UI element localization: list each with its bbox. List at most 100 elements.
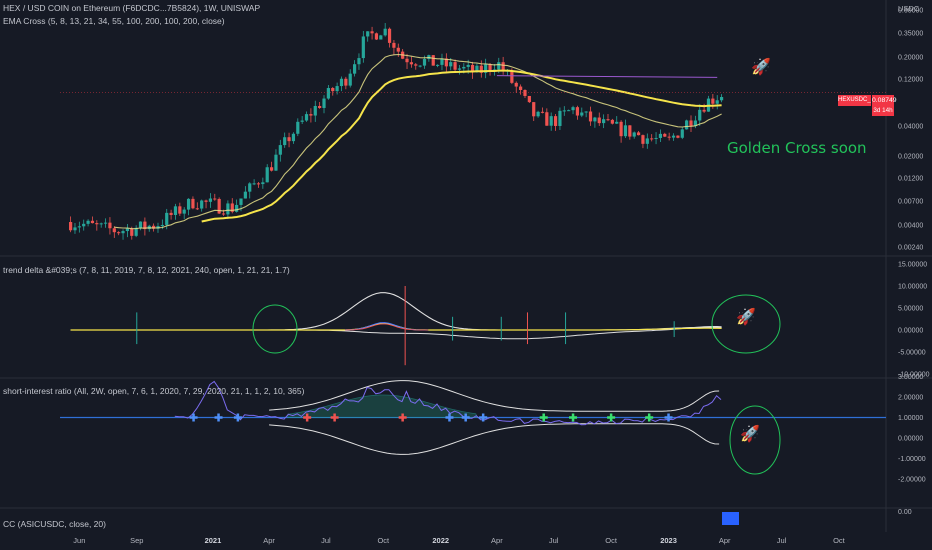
rocket-icon: 🚀: [740, 426, 760, 443]
candle-body: [221, 213, 226, 215]
candle-body: [278, 145, 282, 155]
candle-body: [527, 95, 531, 103]
currency-label: USDC: [898, 4, 920, 13]
candle-body: [623, 125, 628, 137]
candle-body: [536, 111, 540, 117]
candle-body: [449, 62, 453, 67]
ema-indicator-label[interactable]: EMA Cross (5, 8, 13, 21, 34, 55, 100, 20…: [3, 16, 225, 26]
band-lower-line: [269, 423, 720, 455]
candle-body: [335, 86, 339, 92]
candle-body: [195, 208, 199, 210]
y-tick-label: 0.00400: [898, 223, 923, 230]
y-tick-label: 1.00000: [898, 415, 923, 422]
candle-body: [352, 64, 357, 74]
candle-body: [256, 183, 261, 185]
candle-body: [204, 200, 208, 202]
y-tick-label: 15.00000: [898, 262, 927, 269]
candle-body: [650, 138, 654, 140]
candle-body: [532, 102, 536, 117]
candle-body: [628, 125, 632, 137]
candle-body: [597, 117, 601, 124]
candle-body: [95, 223, 99, 225]
candle-body: [571, 107, 575, 111]
candle-body: [226, 203, 230, 215]
candle-body: [676, 135, 680, 138]
candle-body: [615, 121, 619, 124]
candle-body: [99, 223, 103, 225]
candle-body: [125, 228, 130, 232]
candle-body: [715, 100, 719, 104]
candle-body: [409, 62, 413, 65]
y-tick-label: 0.02000: [898, 153, 923, 160]
candle-body: [663, 133, 667, 137]
y-tick-label: -2.00000: [898, 477, 926, 484]
candle-body: [632, 132, 636, 137]
signal-marker: [189, 413, 198, 422]
candle-body: [671, 135, 676, 138]
candle-body: [466, 64, 470, 67]
x-tick-label: Oct: [833, 536, 846, 545]
candlestick-series: [69, 23, 724, 240]
candle-body: [405, 58, 409, 63]
x-tick-label: Oct: [605, 536, 618, 545]
candle-body: [103, 222, 108, 224]
y-tick-label: 3.00000: [898, 374, 923, 381]
candle-body: [514, 82, 518, 87]
chart-canvas: Jun Sep 2021 Apr Jul Oct 2022 Apr Jul Oct 2023 Apr J…: [0, 0, 932, 545]
price-tag-symbol: HEXUSDC_F6DCDC: [838, 95, 871, 106]
ema-fast-line: [114, 53, 722, 230]
x-tick-label: Jul: [321, 536, 331, 545]
y-tick-label: -5.00000: [898, 350, 926, 357]
chart-title: HEX / USD COIN on Ethereum (F6DCDC...7B5…: [3, 3, 261, 13]
candle-body: [309, 114, 313, 116]
candle-body: [523, 90, 527, 96]
signal-marker: [607, 413, 616, 422]
candle-body: [606, 119, 610, 121]
y-tick-label: 0.00240: [898, 245, 923, 252]
candle-body: [719, 97, 724, 101]
candle-body: [361, 36, 365, 59]
resistance-line: [496, 75, 718, 78]
y-tick-label: 0.00700: [898, 199, 923, 206]
cc-indicator-label[interactable]: CC (ASICUSDC, close, 20): [3, 519, 106, 529]
x-tick-label: Apr: [263, 536, 275, 545]
candle-body: [138, 221, 143, 228]
candle-body: [130, 228, 134, 236]
candle-body: [387, 28, 392, 43]
x-tick-label: Jul: [777, 536, 787, 545]
candle-body: [658, 133, 663, 138]
candle-body: [553, 116, 558, 126]
candle-body: [584, 111, 588, 113]
highlight-circle: [252, 304, 298, 354]
candle-body: [239, 198, 243, 205]
cc-bar: [722, 512, 739, 525]
candle-body: [86, 220, 90, 224]
candle-body: [558, 110, 562, 126]
trend-delta-label[interactable]: trend delta &#039;s (7, 8, 11, 2019, 7, …: [3, 265, 290, 275]
candle-body: [510, 70, 514, 83]
candle-body: [169, 212, 173, 215]
candle-body: [540, 111, 545, 113]
candle-body: [296, 121, 300, 134]
candle-body: [636, 132, 641, 136]
short-interest-label[interactable]: short-interest ratio (All, 2W, open, 7, …: [3, 386, 304, 396]
y-tick-label: 0.35000: [898, 31, 923, 38]
candle-body: [431, 55, 435, 66]
candle-body: [252, 183, 256, 185]
candle-body: [680, 129, 684, 138]
candle-body: [243, 191, 247, 199]
candle-body: [265, 167, 269, 183]
candle-body: [235, 204, 239, 212]
candle-body: [580, 112, 584, 116]
candle-body: [457, 68, 462, 70]
y-tick-label: 0.01200: [898, 175, 923, 182]
price-tag-value: 0.08749: [872, 95, 897, 106]
y-tick-label: 0.20000: [898, 55, 923, 62]
candle-body: [339, 78, 344, 87]
candle-body: [182, 209, 186, 214]
candle-body: [248, 183, 252, 192]
candle-body: [304, 114, 309, 121]
candle-body: [186, 198, 191, 210]
y-tick-label: 0.00: [898, 509, 912, 516]
candle-body: [82, 223, 86, 227]
